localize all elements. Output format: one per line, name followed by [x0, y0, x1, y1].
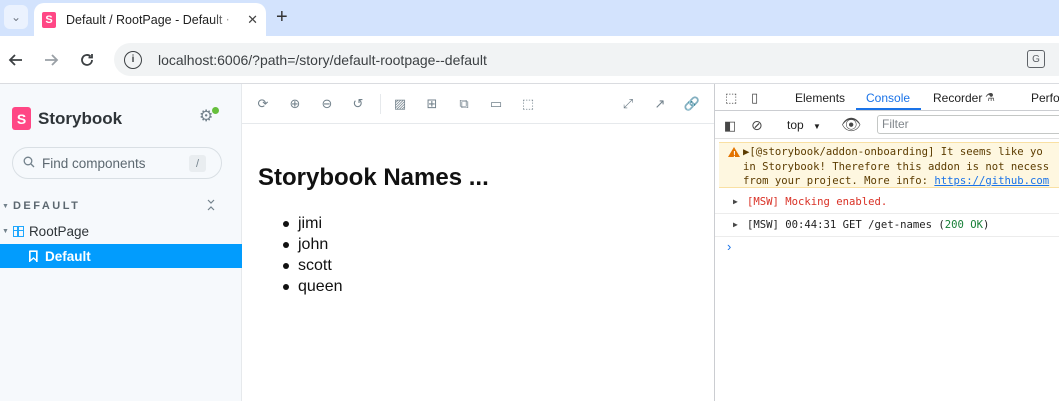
chevron-down-icon: ▼	[2, 227, 9, 235]
status-dot	[212, 107, 219, 114]
active-tab-indicator	[856, 108, 921, 110]
device-toolbar-icon[interactable]: ▯	[751, 90, 758, 106]
status-ok: 200 OK	[944, 219, 983, 231]
viewport-icon[interactable]: ⧉	[456, 96, 472, 112]
reload-icon[interactable]	[77, 50, 97, 70]
console-message[interactable]: ▶ [MSW] 00:44:31 GET /get-names (200 OK)	[715, 214, 1059, 237]
console-prompt-icon[interactable]: ›	[727, 239, 731, 254]
storybook-brand[interactable]: S Storybook	[12, 107, 122, 130]
tab-performance[interactable]: Perfo	[1031, 91, 1059, 105]
address-bar[interactable]: i localhost:6006/?path=/story/default-ro…	[114, 43, 1059, 76]
url-text[interactable]: localhost:6006/?path=/story/default-root…	[158, 52, 487, 68]
story-heading: Storybook Names ...	[258, 164, 489, 191]
clear-console-icon[interactable]: ⊘	[751, 117, 763, 134]
brand-name: Storybook	[38, 108, 123, 128]
search-shortcut-key: /	[189, 155, 206, 172]
component-label: RootPage	[28, 223, 89, 239]
component-icon	[12, 225, 24, 237]
expand-arrow-icon[interactable]: ▶	[733, 195, 738, 210]
tab-strip: ⌄ S Default / RootPage - Default ⋅ ✕ +	[0, 0, 1059, 36]
measure-icon[interactable]: ▭	[488, 96, 504, 112]
open-new-tab-icon[interactable]: ↗	[652, 96, 668, 112]
tree-item-default-story[interactable]: Default	[0, 244, 242, 268]
search-placeholder: Find components	[42, 155, 146, 171]
names-list: jimi john scott queen	[283, 213, 343, 297]
devtools-panel: ⬚ ▯ Elements Console Recorder ⚗ Perfo ◧ …	[714, 84, 1059, 401]
search-icon	[23, 156, 35, 171]
warning-line: in Storybook! Therefore this addon is no…	[743, 160, 1050, 173]
preview-toolbar: ⟳ ⊕ ⊖ ↺ ▨ ⊞ ⧉ ▭ ⬚ ⤢ ↗ 🔗	[242, 84, 714, 124]
context-value: top	[787, 118, 804, 132]
chevron-down-icon: ▼	[2, 202, 9, 210]
eye-icon[interactable]: 👁	[841, 115, 861, 135]
site-info-icon[interactable]: i	[124, 50, 142, 69]
tab-elements[interactable]: Elements	[795, 91, 845, 105]
devtools-tabbar: ⬚ ▯ Elements Console Recorder ⚗ Perfo	[715, 84, 1059, 111]
collapse-all-icon[interactable]	[206, 199, 216, 214]
warning-line: ▶[@storybook/addon-onboarding] It seems …	[743, 146, 1043, 158]
close-tab-icon[interactable]: ✕	[247, 12, 258, 28]
background-icon[interactable]: ▨	[392, 96, 408, 112]
tab-recorder[interactable]: Recorder	[933, 91, 982, 105]
translate-icon[interactable]: G	[1027, 50, 1045, 68]
console-filter-input[interactable]: Filter	[877, 115, 1059, 134]
toolbar-divider	[380, 94, 381, 114]
grid-icon[interactable]: ⊞	[424, 96, 440, 112]
storybook-favicon-icon: S	[42, 11, 56, 28]
tab-title: Default / RootPage - Default ⋅	[66, 13, 230, 27]
zoom-reset-icon[interactable]: ↺	[350, 96, 366, 112]
list-item: jimi	[283, 213, 343, 234]
fullscreen-icon[interactable]: ⤢	[620, 96, 636, 112]
console-warning[interactable]: ▶[@storybook/addon-onboarding] It seems …	[719, 142, 1059, 188]
chevron-down-icon: ⌄	[10, 10, 22, 24]
storybook-sidebar: S Storybook ⚙ Find components / ▼ DEFAUL…	[0, 84, 242, 401]
expand-arrow-icon[interactable]: ▶	[733, 218, 738, 233]
warning-icon	[728, 147, 740, 163]
warning-text: from your project. More info:	[743, 175, 935, 187]
zoom-out-icon[interactable]: ⊖	[319, 96, 335, 112]
flask-icon: ⚗	[985, 92, 995, 104]
tab-console[interactable]: Console	[866, 91, 910, 105]
forward-arrow-icon[interactable]	[41, 50, 61, 70]
list-item: queen	[283, 278, 343, 295]
tab-search-button[interactable]: ⌄	[4, 5, 28, 29]
message-text: [MSW] Mocking enabled.	[747, 196, 888, 208]
inspect-element-icon[interactable]: ⬚	[725, 90, 737, 106]
outline-icon[interactable]: ⬚	[520, 96, 536, 112]
remount-icon[interactable]: ⟳	[255, 96, 271, 112]
group-header-default[interactable]: ▼ DEFAULT	[0, 198, 242, 214]
preview-panel: ⟳ ⊕ ⊖ ↺ ▨ ⊞ ⧉ ▭ ⬚ ⤢ ↗ 🔗 Storybook Names …	[242, 84, 714, 401]
warning-line: from your project. More info: https://gi…	[743, 174, 1059, 187]
message-text: [MSW] 00:44:31 GET /get-names (	[747, 219, 945, 231]
context-select[interactable]: top ▼	[787, 118, 821, 132]
bookmark-icon	[28, 250, 38, 263]
search-input[interactable]: Find components /	[12, 147, 222, 179]
storybook-logo-icon: S	[12, 107, 31, 130]
dropdown-arrow-icon: ▼	[813, 122, 821, 131]
message-text-suffix: )	[983, 219, 990, 231]
browser-toolbar: i localhost:6006/?path=/story/default-ro…	[0, 36, 1059, 84]
zoom-in-icon[interactable]: ⊕	[287, 96, 303, 112]
console-message[interactable]: ▶ [MSW] Mocking enabled.	[715, 191, 1059, 214]
sidebar-toggle-icon[interactable]: ◧	[724, 118, 736, 134]
browser-tab-active[interactable]: S Default / RootPage - Default ⋅ ✕	[34, 3, 266, 36]
console-filter-bar: ◧ ⊘ top ▼ 👁 Filter	[715, 111, 1059, 139]
list-item: scott	[283, 255, 343, 276]
group-label: DEFAULT	[12, 200, 81, 212]
story-label: Default	[45, 248, 91, 264]
new-tab-button[interactable]: +	[276, 7, 288, 27]
settings-button[interactable]: ⚙	[199, 107, 219, 126]
tree-item-rootpage[interactable]: ▼ RootPage	[0, 221, 242, 241]
list-item: john	[283, 234, 343, 255]
warning-link[interactable]: https://github.com	[934, 175, 1049, 187]
copy-link-icon[interactable]: 🔗	[684, 96, 700, 112]
back-arrow-icon[interactable]	[6, 50, 26, 70]
